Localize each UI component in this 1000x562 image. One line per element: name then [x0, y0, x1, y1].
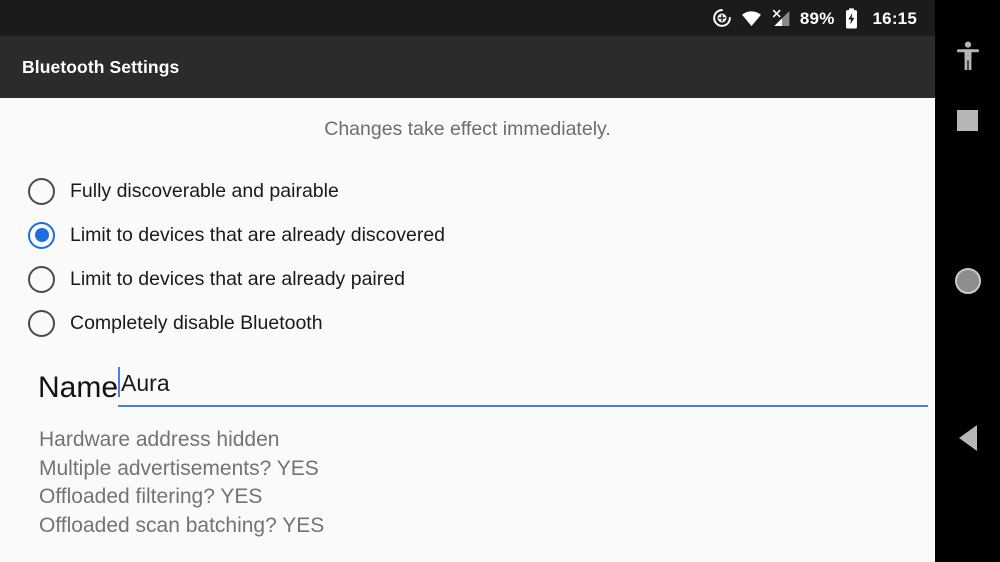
recent-apps-button[interactable]	[935, 94, 1000, 146]
home-button[interactable]	[935, 255, 1000, 307]
clock-label: 16:15	[872, 8, 917, 28]
bluetooth-info-block: Hardware address hidden Multiple adverti…	[39, 426, 899, 540]
back-triangle-icon	[958, 425, 977, 451]
hint-text: Changes take effect immediately.	[324, 118, 611, 140]
radio-option-label: Limit to devices that are already paired	[70, 267, 405, 290]
location-icon	[712, 7, 732, 29]
phone-content-area: 89% 16:15 Bluetooth Settings Changes tak…	[0, 0, 935, 562]
battery-charging-icon	[845, 7, 858, 29]
back-button[interactable]	[935, 412, 1000, 464]
radio-circle-icon	[28, 177, 55, 205]
name-input[interactable]: Aura	[118, 363, 928, 407]
radio-dot-icon	[34, 228, 49, 242]
radio-option-already-paired[interactable]: Limit to devices that are already paired	[28, 257, 828, 301]
info-line-offloaded-filtering: Offloaded filtering? YES	[39, 485, 263, 508]
system-navigation-bar	[935, 0, 1000, 562]
home-circle-icon	[954, 268, 981, 294]
radio-option-label: Fully discoverable and pairable	[70, 179, 339, 202]
action-bar: Bluetooth Settings	[0, 36, 935, 98]
battery-percent-label: 89%	[799, 8, 835, 28]
name-input-value: Aura	[121, 369, 170, 396]
radio-circle-icon	[28, 221, 55, 249]
info-line-offloaded-scan-batching: Offloaded scan batching? YES	[39, 513, 325, 537]
text-cursor	[118, 367, 121, 397]
name-field-label: Name	[38, 371, 119, 404]
discoverability-radio-group: Fully discoverable and pairable Limit to…	[28, 169, 828, 345]
radio-option-disable-bluetooth[interactable]: Completely disable Bluetooth	[28, 301, 828, 345]
radio-circle-icon	[28, 309, 55, 337]
radio-option-label: Completely disable Bluetooth	[70, 311, 323, 334]
info-line-hardware-address: Hardware address hidden	[39, 428, 280, 451]
page-title: Bluetooth Settings	[22, 56, 180, 77]
accessibility-icon	[956, 41, 980, 76]
settings-body: Changes take effect immediately. Fully d…	[0, 98, 935, 562]
name-field-row: Name Aura	[38, 363, 928, 407]
screen-root: 89% 16:15 Bluetooth Settings Changes tak…	[0, 0, 1000, 562]
info-line-multiple-advertisements: Multiple advertisements? YES	[39, 456, 319, 480]
radio-option-label: Limit to devices that are already discov…	[70, 223, 446, 246]
accessibility-button[interactable]	[935, 32, 1000, 84]
radio-option-already-discovered[interactable]: Limit to devices that are already discov…	[28, 213, 828, 257]
recents-square-icon	[957, 109, 978, 131]
radio-circle-icon	[28, 265, 55, 293]
status-bar: 89% 16:15	[0, 0, 935, 36]
radio-option-fully-discoverable[interactable]: Fully discoverable and pairable	[28, 169, 828, 213]
wifi-icon	[741, 7, 762, 29]
cellular-no-signal-icon	[771, 7, 791, 29]
